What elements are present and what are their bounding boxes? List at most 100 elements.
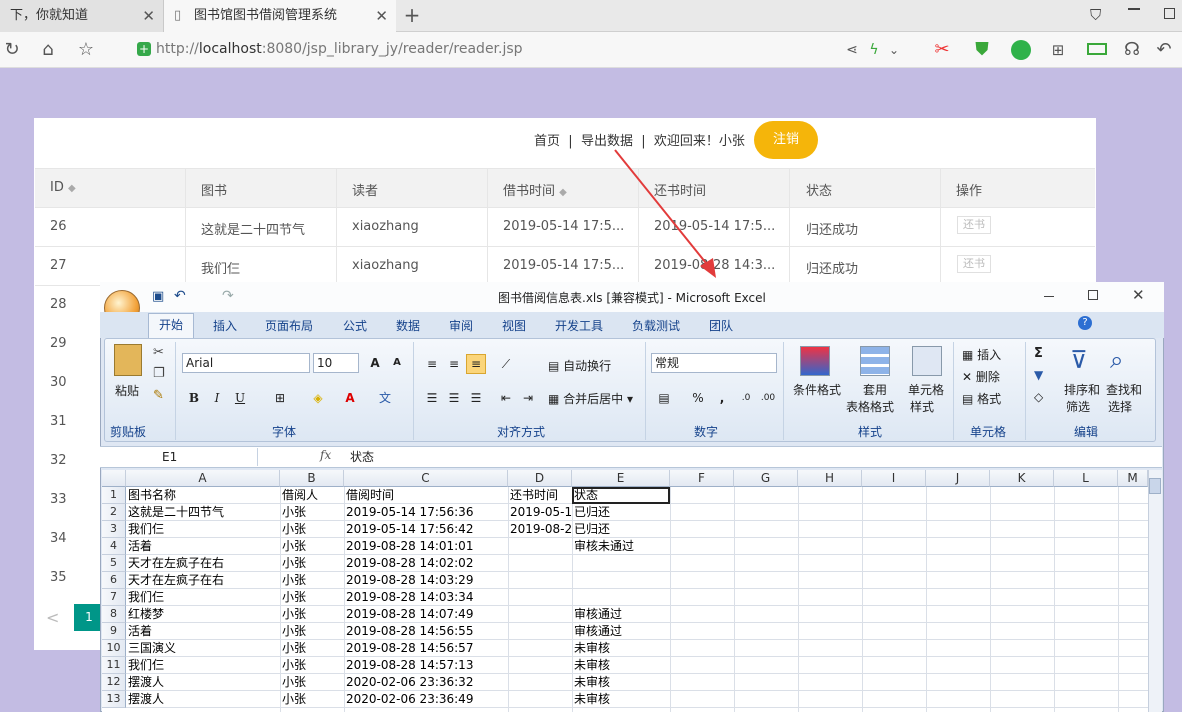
- column-header[interactable]: I: [862, 470, 926, 487]
- sheet-cell[interactable]: 我们仨: [126, 521, 280, 538]
- tab-previous[interactable]: 下，你就知道 ✕: [0, 0, 164, 32]
- row-header[interactable]: 1: [102, 487, 126, 504]
- italic-button[interactable]: I: [207, 388, 227, 408]
- star-icon[interactable]: ☆: [74, 38, 98, 62]
- apps-icon[interactable]: ⊞: [1046, 38, 1070, 62]
- sheet-cell[interactable]: 小张: [280, 640, 344, 657]
- border-button[interactable]: ⊞: [270, 388, 290, 408]
- maximize-icon[interactable]: [1088, 290, 1098, 300]
- sheet-cell[interactable]: 图书名称: [126, 487, 280, 504]
- shield-icon[interactable]: ⛊: [970, 38, 994, 62]
- ribbon-tab-home[interactable]: 开始: [148, 313, 194, 338]
- battery-icon[interactable]: [1087, 43, 1107, 55]
- url-input[interactable]: http://localhost:8080/jsp_library_jy/rea…: [156, 41, 523, 57]
- sheet-cell[interactable]: 已归还: [572, 521, 670, 538]
- sheet-cell[interactable]: [572, 589, 670, 606]
- phonetic-button[interactable]: 文: [375, 388, 395, 408]
- row-header[interactable]: 12: [102, 674, 126, 691]
- sheet-cell[interactable]: [572, 572, 670, 589]
- row-header[interactable]: 8: [102, 606, 126, 623]
- sheet-cell[interactable]: 红楼梦: [126, 606, 280, 623]
- sheet-cell[interactable]: 小张: [280, 538, 344, 555]
- sheet-cell[interactable]: [508, 640, 572, 657]
- column-header[interactable]: K: [990, 470, 1054, 487]
- sheet-cell[interactable]: 审核通过: [572, 623, 670, 640]
- sheet-cell[interactable]: 小张: [280, 572, 344, 589]
- currency-button[interactable]: ▤: [654, 388, 674, 408]
- ribbon-tab-review[interactable]: 审阅: [449, 317, 473, 334]
- header-borrow-time[interactable]: 借书时间 ◆: [503, 180, 567, 199]
- ribbon-tab-loadtest[interactable]: 负载测试: [632, 317, 680, 334]
- column-header[interactable]: B: [280, 470, 344, 487]
- increase-decimal-button[interactable]: .0: [736, 388, 756, 408]
- sheet-cell[interactable]: 活着: [126, 538, 280, 555]
- sheet-cell[interactable]: 2019-08-28 14:57:13: [344, 657, 508, 674]
- sheet-cell[interactable]: 小张: [280, 555, 344, 572]
- font-name-select[interactable]: Arial: [182, 353, 310, 373]
- sheet-cell[interactable]: 活着: [126, 623, 280, 640]
- align-right-button[interactable]: ☰: [466, 388, 486, 408]
- share-icon[interactable]: ⋖: [840, 38, 864, 62]
- sheet-cell[interactable]: 2019-08-28 14:01:01: [344, 538, 508, 555]
- sheet-cell[interactable]: 还书时间: [508, 487, 572, 504]
- format-table-label[interactable]: 套用: [863, 381, 887, 398]
- headphones-icon[interactable]: ☊: [1120, 38, 1144, 62]
- sheet-cell[interactable]: [508, 538, 572, 555]
- save-icon[interactable]: ▣: [152, 289, 164, 304]
- shirt-icon[interactable]: ⛉: [1090, 6, 1101, 24]
- sort-filter-label[interactable]: 排序和: [1064, 381, 1100, 398]
- sheet-cell[interactable]: 借阅人: [280, 487, 344, 504]
- sheet-cell[interactable]: 2019-08-28 14:07:49: [344, 606, 508, 623]
- grow-font-button[interactable]: A: [365, 353, 385, 373]
- find-select-label[interactable]: 查找和: [1106, 381, 1142, 398]
- ribbon-tab-view[interactable]: 视图: [502, 317, 526, 334]
- return-button[interactable]: 还书: [957, 255, 991, 273]
- sheet-cell[interactable]: [508, 657, 572, 674]
- sort-filter-icon[interactable]: ⊽: [1070, 346, 1088, 374]
- formula-input[interactable]: 状态: [350, 448, 374, 465]
- sheet-cell[interactable]: 未审核: [572, 674, 670, 691]
- sheet-cell[interactable]: 小张: [280, 657, 344, 674]
- sheet-cell[interactable]: 已归还: [572, 504, 670, 521]
- ribbon-tab-team[interactable]: 团队: [709, 317, 733, 334]
- minimize-icon[interactable]: [1128, 8, 1140, 10]
- fill-color-button[interactable]: ◈: [308, 388, 328, 408]
- pager-prev-button[interactable]: <: [46, 608, 59, 627]
- row-header[interactable]: 9: [102, 623, 126, 640]
- sheet-cell[interactable]: 我们仨: [126, 657, 280, 674]
- undo-icon[interactable]: ↶: [1152, 38, 1176, 62]
- function-icon[interactable]: fx: [320, 448, 331, 462]
- column-header[interactable]: H: [798, 470, 862, 487]
- paste-icon[interactable]: [114, 344, 142, 376]
- sheet-cell[interactable]: 状态: [572, 487, 670, 504]
- refresh-icon[interactable]: ↻: [0, 38, 24, 62]
- fill-button[interactable]: ▼: [1034, 368, 1043, 382]
- row-header[interactable]: 5: [102, 555, 126, 572]
- column-header[interactable]: E: [572, 470, 670, 487]
- nav-export-link[interactable]: 导出数据: [581, 134, 633, 149]
- sheet-cell[interactable]: 小张: [280, 504, 344, 521]
- paste-label[interactable]: 粘贴: [115, 382, 139, 399]
- merge-center-button[interactable]: ▦ 合并后居中 ▾: [548, 390, 633, 407]
- ribbon-tab-layout[interactable]: 页面布局: [265, 317, 313, 334]
- sheet-cell[interactable]: [508, 555, 572, 572]
- comma-button[interactable]: ,: [712, 388, 732, 408]
- autosum-button[interactable]: Σ: [1034, 346, 1043, 361]
- sheet-cell[interactable]: 未审核: [572, 640, 670, 657]
- format-cells-button[interactable]: ▤ 格式: [962, 390, 1001, 407]
- row-header[interactable]: 11: [102, 657, 126, 674]
- sheet-cell[interactable]: 摆渡人: [126, 674, 280, 691]
- minimize-icon[interactable]: [1044, 296, 1054, 297]
- chevron-down-icon[interactable]: ⌄: [882, 38, 906, 62]
- row-header[interactable]: 2: [102, 504, 126, 521]
- sheet-cell[interactable]: 2020-02-06 23:36:49: [344, 691, 508, 708]
- delete-cells-button[interactable]: ✕ 删除: [962, 368, 1000, 385]
- home-icon[interactable]: ⌂: [36, 38, 60, 62]
- sheet-cell[interactable]: 2019-08-28 14:02:02: [344, 555, 508, 572]
- clear-button[interactable]: ◇: [1034, 390, 1043, 404]
- cell-styles-label[interactable]: 单元格: [908, 381, 944, 398]
- sheet-cell[interactable]: 2019-08-28: [508, 521, 572, 538]
- align-left-button[interactable]: ☰: [422, 388, 442, 408]
- cell-styles-icon[interactable]: [912, 346, 942, 376]
- column-header[interactable]: G: [734, 470, 798, 487]
